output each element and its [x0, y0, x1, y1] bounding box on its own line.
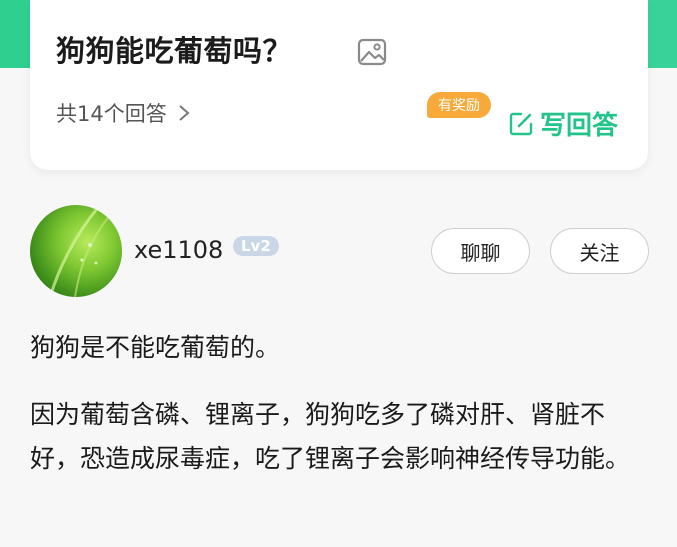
avatar-leaf-graphic: [48, 205, 111, 297]
answer-paragraph: 因为葡萄含磷、锂离子，狗狗吃多了磷对肝、肾脏不好，恐造成尿毒症，吃了锂离子会影响…: [30, 400, 631, 473]
answer-count-link[interactable]: 共14个回答: [56, 98, 191, 128]
question-title: 狗狗能吃葡萄吗？: [56, 34, 293, 68]
avatar[interactable]: [30, 205, 122, 297]
reward-badge: 有奖励: [427, 92, 491, 118]
answer-count-label: 共14个回答: [56, 102, 167, 126]
question-card: 狗狗能吃葡萄吗？ 共14个回答 有奖励 写回答: [30, 0, 648, 170]
chat-button[interactable]: 聊聊: [431, 228, 530, 274]
level-badge: Lv2: [233, 236, 279, 256]
edit-icon: [509, 112, 533, 135]
write-answer-label: 写回答: [540, 111, 619, 141]
follow-button[interactable]: 关注: [550, 228, 649, 274]
chevron-right-icon: [179, 105, 190, 121]
username[interactable]: xe1108: [134, 236, 223, 264]
answer-paragraph: 狗狗是不能吃葡萄的。: [30, 333, 281, 362]
write-answer-button[interactable]: 写回答: [508, 105, 618, 142]
image-icon[interactable]: [357, 37, 387, 67]
